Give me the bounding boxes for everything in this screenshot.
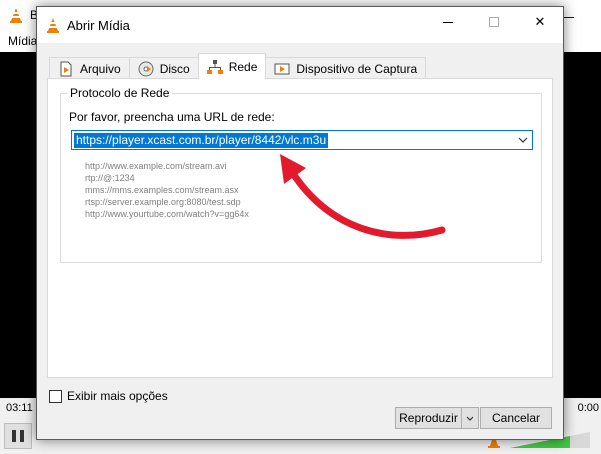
minimize-button[interactable] [425,7,471,37]
chevron-down-icon [518,137,528,143]
example-url: http://www.example.com/stream.avi [85,161,227,171]
file-icon [60,61,72,76]
network-icon [206,59,223,74]
cancel-button[interactable]: Cancelar [480,407,552,429]
close-icon: ✕ [534,14,546,29]
disc-icon [138,61,154,76]
menu-item-midia[interactable]: Mídia [8,34,37,48]
vlc-cone-icon [10,8,22,23]
url-label: Por favor, preencha uma URL de rede: [69,110,275,124]
maximize-button[interactable] [471,7,517,37]
more-options-checkbox[interactable] [49,389,62,403]
play-button-label[interactable]: Reproduzir [396,408,462,428]
chevron-down-icon [466,416,474,421]
tab-label: Arquivo [80,61,121,76]
url-input[interactable]: https://player.xcast.com.br/player/8442/… [74,133,329,148]
tab-dispositivo-de-captura[interactable]: Dispositivo de Captura [265,57,427,79]
dialog-titlebar: Abrir Mídia ✕ [37,7,563,43]
vlc-cone-icon [47,18,59,33]
tab-rede[interactable]: Rede [197,53,267,79]
group-title: Protocolo de Rede [67,86,173,100]
tab-panel-rede: Protocolo de Rede Por favor, preencha um… [47,78,553,378]
total-time: 0:00 [577,402,599,414]
capture-device-icon [274,63,290,74]
pause-icon [12,430,16,442]
close-button[interactable]: ✕ [517,7,563,37]
open-media-dialog: Abrir Mídia ✕ Arquivo Disco Rede Disposi… [36,6,564,440]
elapsed-time: 03:11 [6,402,33,414]
tab-arquivo[interactable]: Arquivo [49,57,130,79]
minimize-icon [443,21,453,23]
url-examples: http://www.example.com/stream.avi rtp://… [85,160,249,220]
dialog-title: Abrir Mídia [67,18,130,33]
example-url: rtp://@:1234 [85,173,135,183]
dialog-body: Arquivo Disco Rede Dispositivo de Captur… [37,43,563,439]
tab-label: Rede [228,59,258,74]
url-combobox[interactable]: https://player.xcast.com.br/player/8442/… [71,130,533,150]
more-options[interactable]: Exibir mais opções [49,389,168,403]
tab-disco[interactable]: Disco [128,57,199,79]
tab-label: Disco [159,61,190,76]
network-protocol-group: Protocolo de Rede Por favor, preencha um… [60,86,542,263]
example-url: rtsp://server.example.org:8080/test.sdp [85,197,241,207]
example-url: http://www.yourtube.com/watch?v=gg64x [85,209,249,219]
pause-button[interactable] [4,423,32,449]
tab-bar: Arquivo Disco Rede Dispositivo de Captur… [49,53,427,79]
maximize-icon [489,17,499,27]
tab-label: Dispositivo de Captura [296,61,418,76]
play-button[interactable]: Reproduzir [395,407,479,429]
more-options-label: Exibir mais opções [67,389,168,403]
play-options-dropdown[interactable] [462,408,478,428]
url-dropdown-button[interactable] [514,131,532,149]
example-url: mms://mms.examples.com/stream.asx [85,185,239,195]
